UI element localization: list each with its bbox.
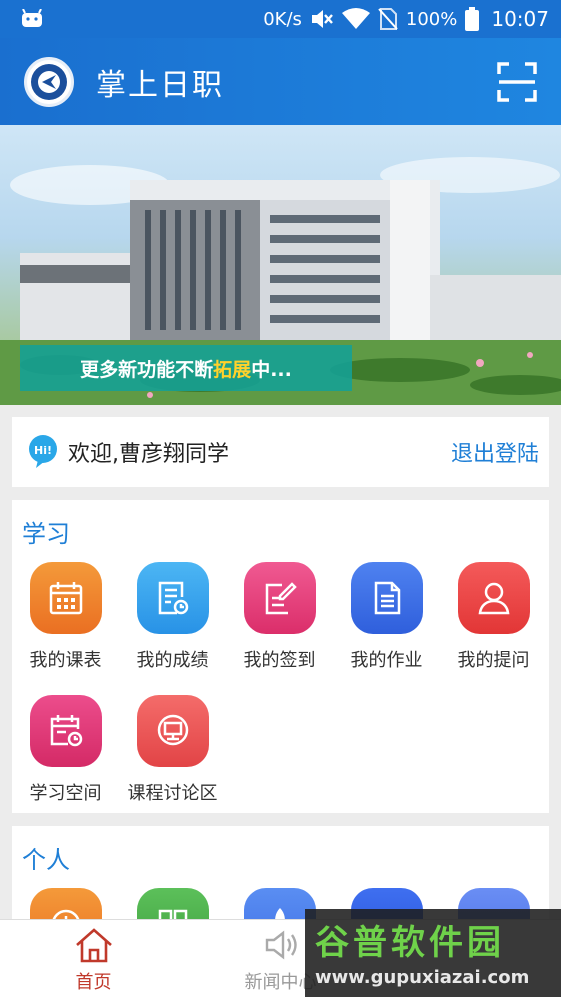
svg-text:Hi!: Hi! [34, 444, 52, 457]
banner-caption: 更多新功能不断 拓展 中... [20, 345, 352, 391]
tile-my-schedule[interactable]: 我的课表 [12, 562, 119, 672]
sign-in-icon [243, 562, 316, 634]
tile-course-discussion[interactable]: 课程讨论区 [119, 695, 226, 805]
study-section: 学习 我的课表 我的成绩 我的签到 我的作业 我的提问 学习空间 课程讨论区 [12, 500, 549, 813]
welcome-card: Hi! 欢迎,曹彦翔同学 退出登陆 [12, 417, 549, 487]
clock: 10:07 [491, 7, 549, 31]
document-icon [350, 562, 423, 634]
school-logo [24, 56, 74, 107]
tile-label: 我的课表 [29, 650, 102, 671]
battery-icon [465, 7, 480, 31]
study-section-title: 学习 [22, 520, 70, 548]
tab-label: 首页 [75, 972, 112, 993]
tile-label: 课程讨论区 [127, 783, 218, 804]
tile-my-grades[interactable]: 我的成绩 [119, 562, 226, 672]
tile-my-sign-in[interactable]: 我的签到 [226, 562, 333, 672]
user-question-icon [457, 562, 530, 634]
calendar-icon [29, 562, 102, 634]
tile-my-homework[interactable]: 我的作业 [333, 562, 440, 672]
banner-caption-highlight: 拓展 [213, 358, 252, 381]
tile-my-questions[interactable]: 我的提问 [440, 562, 547, 672]
status-indicators: 0K/s 100% 10:07 [263, 7, 549, 31]
school-emblem-icon [31, 63, 67, 100]
welcome-greeting: 欢迎,曹彦翔同学 [68, 442, 229, 467]
tile-study-space[interactable]: 学习空间 [12, 695, 119, 805]
mute-icon [311, 10, 333, 28]
tile-label: 我的签到 [243, 650, 316, 671]
scan-icon[interactable] [497, 61, 537, 102]
personal-section-title: 个人 [22, 846, 70, 874]
speaker-icon [265, 930, 297, 960]
tile-label: 学习空间 [29, 783, 102, 804]
tile-label: 我的提问 [457, 650, 530, 671]
wifi-icon [341, 8, 370, 29]
watermark: 谷普软件园 www.gupuxiazai.com [305, 909, 561, 997]
network-speed: 0K/s [263, 8, 302, 30]
banner-caption-suffix: 中... [251, 358, 292, 381]
logout-button[interactable]: 退出登陆 [451, 436, 539, 468]
hi-chat-icon: Hi! [29, 435, 57, 468]
battery-percent: 100% [405, 8, 458, 30]
campus-banner[interactable]: 更多新功能不断 拓展 中... [0, 125, 561, 405]
app-header: 掌上日职 [0, 38, 561, 125]
app-title: 掌上日职 [96, 67, 224, 103]
home-icon [75, 928, 112, 963]
watermark-url: www.gupuxiazai.com [315, 967, 530, 988]
schedule-icon [29, 695, 102, 767]
status-bar: 0K/s 100% 10:07 [0, 0, 561, 38]
android-icon [22, 9, 42, 27]
banner-caption-prefix: 更多新功能不断 [80, 358, 214, 381]
no-sim-icon [378, 8, 398, 30]
report-icon [136, 562, 209, 634]
tile-label: 我的成绩 [136, 650, 209, 671]
tile-label: 我的作业 [350, 650, 423, 671]
discussion-icon [136, 695, 209, 767]
watermark-title: 谷普软件园 [315, 923, 505, 963]
tab-home[interactable]: 首页 [0, 920, 187, 997]
